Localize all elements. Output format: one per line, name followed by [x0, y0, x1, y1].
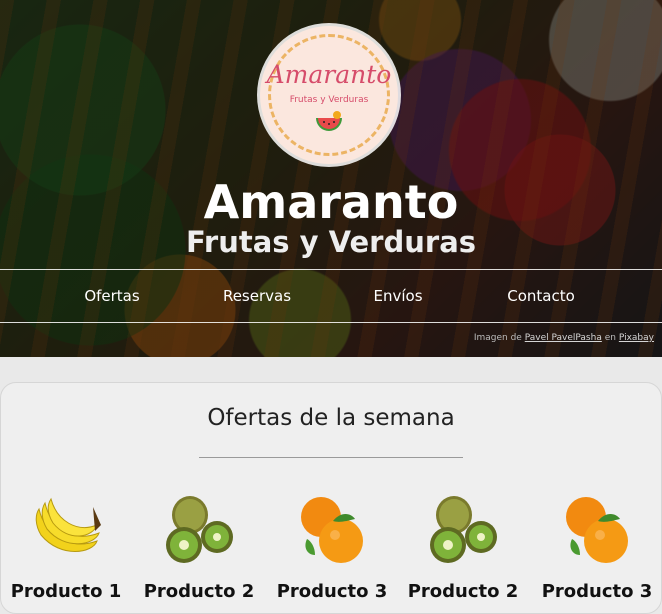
credit-author-link[interactable]: Pavel PavelPasha — [525, 333, 602, 343]
product-card[interactable]: Producto 2 — [144, 495, 254, 605]
credit-middle: en — [604, 333, 616, 343]
product-card[interactable]: Producto 1 — [11, 495, 121, 605]
main-nav: Ofertas Reservas Envíos Contacto — [0, 269, 662, 323]
weekly-offers: Ofertas de la semana Producto 1 Producto… — [0, 382, 662, 614]
image-credit: Imagen de Pavel PavelPasha en Pixabay — [474, 333, 654, 343]
watermelon-icon — [316, 111, 342, 131]
nav-link-contacto[interactable]: Contacto — [466, 270, 616, 322]
product-card[interactable]: Producto 2 — [408, 495, 518, 605]
kiwi-icon — [430, 496, 497, 563]
orange-icon — [566, 497, 628, 563]
kiwi-icon — [166, 496, 233, 563]
divider — [199, 457, 463, 458]
credit-site-link[interactable]: Pixabay — [619, 333, 654, 343]
nav-link-ofertas[interactable]: Ofertas — [37, 270, 187, 322]
hero-banner: Amaranto Frutas y Verduras Amaranto Frut… — [0, 0, 662, 357]
credit-prefix: Imagen de — [473, 333, 522, 343]
site-title: Amaranto — [203, 175, 459, 229]
logo-subtitle: Frutas y Verduras — [289, 95, 369, 105]
brand-logo: Amaranto Frutas y Verduras — [260, 26, 398, 164]
orange-icon — [301, 497, 363, 563]
site-subtitle: Frutas y Verduras — [185, 225, 477, 259]
nav-link-envios[interactable]: Envíos — [323, 270, 473, 322]
logo-name: Amaranto — [266, 60, 392, 89]
product-card[interactable]: Producto 3 — [277, 495, 387, 605]
product-card[interactable]: Producto 3 — [542, 495, 652, 605]
offers-heading: Ofertas de la semana — [207, 405, 455, 431]
nav-link-reservas[interactable]: Reservas — [182, 270, 332, 322]
banana-icon — [35, 497, 101, 552]
